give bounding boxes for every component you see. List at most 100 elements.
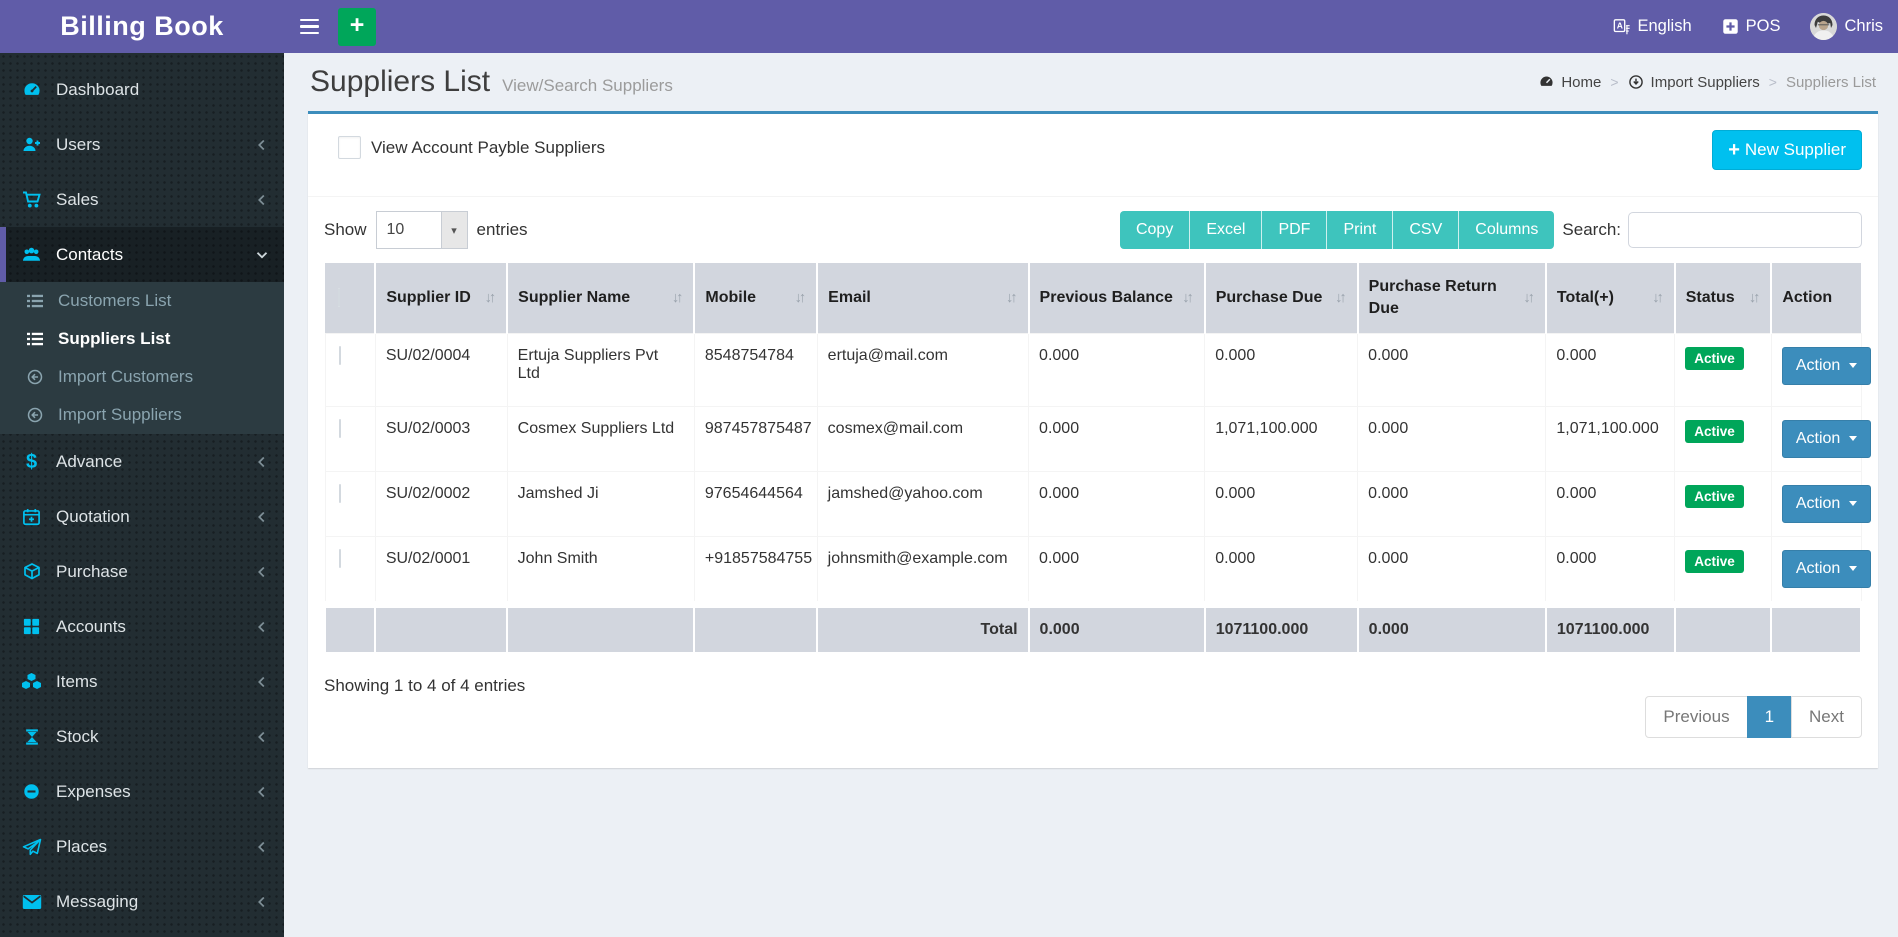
- header-purchase-due[interactable]: Purchase Due: [1203, 263, 1358, 333]
- action-dropdown-button[interactable]: Action: [1781, 549, 1872, 588]
- import-icon: [25, 407, 45, 424]
- cell-supplier-name: Ertuja Suppliers Pvt Ltd: [506, 332, 695, 407]
- print-button[interactable]: Print: [1326, 211, 1393, 249]
- header-mobile[interactable]: Mobile: [693, 263, 818, 333]
- sidebar-item-purchase[interactable]: Purchase: [0, 544, 284, 599]
- page-length-control: Show 10 entries: [324, 211, 528, 249]
- footer-empty: [693, 600, 819, 654]
- sidebar-item-stock[interactable]: Stock: [0, 709, 284, 764]
- submenu-item-import-suppliers[interactable]: Import Suppliers: [0, 396, 284, 434]
- new-supplier-label: New Supplier: [1744, 140, 1846, 159]
- previous-page-button[interactable]: Previous: [1645, 696, 1748, 738]
- chevron-down-icon: [253, 246, 271, 264]
- sidebar-toggle-button[interactable]: [284, 0, 334, 53]
- row-checkbox[interactable]: [338, 483, 341, 503]
- sidebar-item-sales[interactable]: Sales: [0, 172, 284, 227]
- sidebar-item-quotation[interactable]: Quotation: [0, 489, 284, 544]
- submenu-item-customers-list[interactable]: Customers List: [0, 282, 284, 320]
- row-checkbox[interactable]: [338, 418, 341, 438]
- select-all-checkbox[interactable]: [338, 287, 340, 307]
- sidebar: Billing Book Dashboard Users Sales Conta…: [0, 0, 284, 937]
- chevron-left-icon: [253, 191, 271, 209]
- sort-icon: [1006, 290, 1018, 306]
- dashboard-icon: [20, 80, 43, 100]
- copy-button[interactable]: Copy: [1119, 211, 1190, 249]
- pos-button[interactable]: POS: [1707, 0, 1796, 53]
- user-menu[interactable]: Chris: [1795, 0, 1898, 53]
- row-checkbox[interactable]: [338, 548, 341, 568]
- pos-label: POS: [1745, 17, 1781, 35]
- import-icon: [25, 369, 45, 386]
- action-dropdown-button[interactable]: Action: [1781, 484, 1872, 523]
- sidebar-item-accounts[interactable]: Accounts: [0, 599, 284, 654]
- cell-purchase-due: 0.000: [1204, 332, 1359, 407]
- list-icon: [25, 293, 45, 310]
- contacts-submenu: Customers List Suppliers List Import Cus…: [0, 282, 284, 434]
- submenu-item-suppliers-list[interactable]: Suppliers List: [0, 320, 284, 358]
- sidebar-item-messaging[interactable]: Messaging: [0, 874, 284, 929]
- cell-total: 0.000: [1545, 470, 1676, 537]
- cell-previous-balance: 0.000: [1028, 332, 1206, 407]
- sidebar-item-places[interactable]: Places: [0, 819, 284, 874]
- action-dropdown-button[interactable]: Action: [1781, 419, 1872, 458]
- action-dropdown-button[interactable]: Action: [1781, 346, 1872, 385]
- export-button-group: Copy Excel PDF Print CSV Columns: [1119, 211, 1555, 249]
- sidebar-item-contacts[interactable]: Contacts: [0, 227, 284, 282]
- sidebar-item-items[interactable]: Items: [0, 654, 284, 709]
- excel-button[interactable]: Excel: [1189, 211, 1262, 249]
- breadcrumb-label: Import Suppliers: [1650, 73, 1760, 91]
- cell-supplier-name: Jamshed Ji: [506, 470, 695, 537]
- app-root: Billing Book Dashboard Users Sales Conta…: [0, 0, 1898, 937]
- footer-purchase-due: 1071100.000: [1203, 600, 1359, 654]
- quick-add-button[interactable]: +: [338, 7, 376, 46]
- brand-logo[interactable]: Billing Book: [0, 0, 284, 53]
- chevron-left-icon: [253, 453, 271, 471]
- sidebar-item-users[interactable]: Users: [0, 117, 284, 172]
- csv-button[interactable]: CSV: [1392, 211, 1459, 249]
- paper-plane-icon: [20, 837, 43, 857]
- cell-purchase-return-due: 0.000: [1357, 332, 1547, 407]
- header-supplier-id[interactable]: Supplier ID: [374, 263, 508, 333]
- show-label: Show: [324, 220, 367, 239]
- breadcrumb-import-suppliers[interactable]: Import Suppliers: [1628, 74, 1760, 91]
- row-checkbox[interactable]: [338, 345, 341, 365]
- sort-icon: [1335, 290, 1347, 306]
- header-email[interactable]: Email: [816, 263, 1029, 333]
- select-all-header[interactable]: [325, 263, 376, 333]
- breadcrumb-home[interactable]: Home: [1538, 74, 1601, 91]
- submenu-item-import-customers[interactable]: Import Customers: [0, 358, 284, 396]
- sort-icon: [1523, 290, 1535, 306]
- list-icon: [25, 331, 45, 348]
- search-input[interactable]: [1628, 212, 1862, 248]
- cube-icon: [20, 562, 43, 582]
- page-size-select[interactable]: 10: [375, 211, 468, 249]
- payable-filter[interactable]: View Account Payble Suppliers: [338, 136, 605, 159]
- next-page-button[interactable]: Next: [1791, 696, 1862, 738]
- page-title: Suppliers List: [310, 65, 491, 98]
- content-header: Suppliers List View/Search Suppliers Hom…: [308, 61, 1878, 111]
- header-supplier-name[interactable]: Supplier Name: [506, 263, 695, 333]
- new-supplier-button[interactable]: + New Supplier: [1712, 130, 1862, 170]
- header-purchase-return-due[interactable]: Purchase Return Due: [1356, 263, 1546, 333]
- page-subtitle: View/Search Suppliers: [502, 76, 673, 95]
- chevron-left-icon: [253, 563, 271, 581]
- header-status[interactable]: Status: [1673, 263, 1772, 333]
- language-menu[interactable]: A English: [1598, 0, 1707, 53]
- footer-empty: [1673, 600, 1773, 654]
- cell-email: cosmex@mail.com: [816, 405, 1030, 472]
- table-row: SU/02/0004 Ertuja Suppliers Pvt Ltd 8548…: [324, 332, 1872, 407]
- sidebar-item-advance[interactable]: $ Advance: [0, 434, 284, 489]
- payable-filter-checkbox[interactable]: [338, 136, 361, 159]
- pdf-button[interactable]: PDF: [1261, 211, 1327, 249]
- header-previous-balance[interactable]: Previous Balance: [1027, 263, 1205, 333]
- header-total[interactable]: Total(+): [1544, 263, 1675, 333]
- group-icon: [20, 245, 43, 265]
- sort-icon: [1652, 290, 1664, 306]
- page-1-button[interactable]: 1: [1746, 696, 1793, 738]
- sidebar-item-dashboard[interactable]: Dashboard: [0, 62, 284, 117]
- cell-previous-balance: 0.000: [1028, 535, 1206, 605]
- sidebar-item-label: Contacts: [56, 244, 124, 264]
- table-header-row: Supplier ID Supplier Name Mobile Email P…: [325, 263, 1861, 333]
- columns-button[interactable]: Columns: [1458, 211, 1555, 249]
- sidebar-item-expenses[interactable]: Expenses: [0, 764, 284, 819]
